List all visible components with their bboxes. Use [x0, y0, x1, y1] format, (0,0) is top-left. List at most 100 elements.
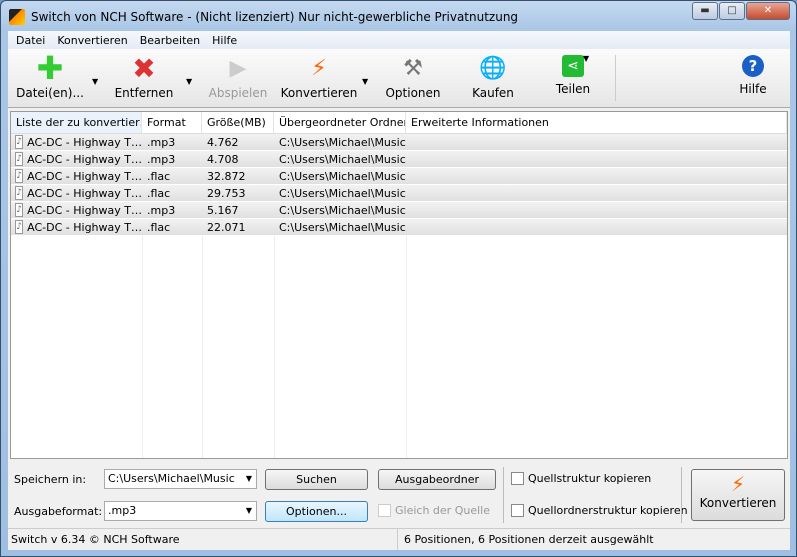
status-bar: Switch v 6.34 © NCH Software 6 Positione… [8, 528, 790, 550]
column-header-info[interactable]: Erweiterte Informationen [406, 112, 787, 133]
extended-info [406, 134, 787, 150]
file-size: 29.753 [207, 187, 246, 200]
file-size: 32.872 [207, 170, 246, 183]
share-dropdown-arrow[interactable]: ▼ [583, 54, 589, 63]
output-folder-button[interactable]: Ausgabeordner [378, 469, 496, 490]
file-format: .mp3 [147, 153, 176, 166]
file-format: .flac [147, 170, 171, 183]
file-format: .flac [147, 187, 171, 200]
column-header-folder[interactable]: Übergeordneter Ordner [274, 112, 406, 133]
file-name: ♪ AC-DC - Highway T… [15, 135, 142, 149]
help-icon: ? [742, 55, 764, 77]
save-in-label: Speichern in: [14, 473, 87, 486]
menu-datei[interactable]: Datei [10, 34, 51, 47]
file-size: 4.762 [207, 136, 239, 149]
share-button[interactable]: ⋖ Teilen [534, 55, 612, 96]
extended-info [406, 151, 787, 167]
file-name: ♪ AC-DC - Highway T… [15, 152, 142, 166]
file-name: ♪ AC-DC - Highway T… [15, 203, 142, 217]
chevron-down-icon: ▼ [245, 474, 252, 483]
parent-folder: C:\Users\Michael\Music [279, 136, 406, 149]
file-name: ♪ AC-DC - Highway T… [15, 186, 142, 200]
file-name: ♪ AC-DC - Highway T… [15, 169, 142, 183]
file-size: 22.071 [207, 221, 246, 234]
chevron-down-icon: ▼ [245, 506, 252, 515]
convert-lightning-icon: ⚡ [730, 472, 746, 496]
file-format: .mp3 [147, 204, 176, 217]
audio-file-icon: ♪ [15, 152, 24, 166]
toolbar-separator [615, 55, 616, 101]
options-button[interactable]: ⚒ Optionen [374, 55, 452, 101]
parent-folder: C:\Users\Michael\Music [279, 170, 406, 183]
remove-button[interactable]: ✖ Entfernen [105, 51, 183, 101]
column-header-size[interactable]: Größe(MB) [202, 112, 274, 133]
copy-folder-structure-checkbox[interactable]: Quellordnerstruktur kopieren [511, 504, 688, 517]
extended-info [406, 168, 787, 184]
minimize-button[interactable]: ▬ [692, 2, 718, 20]
copy-structure-checkbox[interactable]: Quellstruktur kopieren [511, 472, 651, 485]
buy-button[interactable]: 🌐 Kaufen [454, 55, 532, 101]
convert-button[interactable]: ⚡ Konvertieren [691, 469, 785, 521]
maximize-button[interactable]: □ [719, 2, 745, 20]
play-button[interactable]: ▶ Abspielen [199, 55, 277, 101]
audio-file-icon: ♪ [15, 203, 24, 217]
convert-toolbar-button[interactable]: ⚡ Konvertieren [280, 55, 358, 101]
parent-folder: C:\Users\Michael\Music [279, 187, 406, 200]
output-panel: Speichern in: C:\Users\Michael\Music ▼ Su… [8, 461, 790, 528]
extended-info [406, 202, 787, 218]
title-bar: Switch von NCH Software - (Nicht lizenzi… [9, 7, 518, 27]
format-options-button[interactable]: Optionen... [265, 501, 368, 522]
column-header-name[interactable]: Liste der zu konvertier… [11, 112, 142, 133]
table-row[interactable]: ♪ AC-DC - Highway T… .flac 32.872 C:\Users\M… [11, 168, 787, 185]
app-icon [9, 9, 25, 25]
parent-folder: C:\Users\Michael\Music [279, 204, 406, 217]
share-icon: ⋖ [562, 55, 584, 77]
save-in-combo[interactable]: C:\Users\Michael\Music ▼ [104, 469, 257, 489]
menu-hilfe[interactable]: Hilfe [206, 34, 243, 47]
output-format-select[interactable]: .mp3 ▼ [104, 501, 257, 521]
add-dropdown-arrow[interactable]: ▼ [92, 77, 98, 86]
extended-info [406, 219, 787, 235]
menu-bearbeiten[interactable]: Bearbeiten [134, 34, 206, 47]
table-row[interactable]: ♪ AC-DC - Highway T… .mp3 4.762 C:\Users\Mic… [11, 134, 787, 151]
remove-list-icon: ✖ [132, 51, 156, 85]
play-icon: ▶ [229, 55, 247, 81]
list-header: Liste der zu konvertier… Format Größe(MB… [11, 112, 787, 134]
plus-icon: ✚ [36, 49, 64, 87]
help-button[interactable]: ? Hilfe [714, 55, 792, 96]
parent-folder: C:\Users\Michael\Music [279, 153, 406, 166]
menu-konvertieren[interactable]: Konvertieren [51, 34, 133, 47]
close-button[interactable]: ✕ [746, 2, 790, 20]
tools-icon: ⚒ [403, 55, 423, 81]
toolbar: ✚ Datei(en)... ▼ ✖ Entfernen ▼ ▶ Abspielen … [8, 49, 790, 108]
file-list[interactable]: Liste der zu konvertier… Format Größe(MB… [10, 111, 788, 459]
audio-file-icon: ♪ [15, 220, 24, 234]
same-as-source-checkbox[interactable]: Gleich der Quelle [378, 504, 490, 517]
format-label: Ausgabeformat: [14, 505, 103, 518]
globe-cart-icon: 🌐 [479, 55, 507, 81]
table-row[interactable]: ♪ AC-DC - Highway T… .mp3 4.708 C:\Users\Mic… [11, 151, 787, 168]
search-button[interactable]: Suchen [265, 469, 368, 490]
column-header-format[interactable]: Format [142, 112, 202, 133]
version-text: Switch v 6.34 © NCH Software [11, 533, 180, 546]
file-format: .mp3 [147, 136, 176, 149]
convert-dropdown-arrow[interactable]: ▼ [362, 77, 368, 86]
parent-folder: C:\Users\Michael\Music [279, 221, 406, 234]
table-row[interactable]: ♪ AC-DC - Highway T… .flac 29.753 C:\Users\M… [11, 185, 787, 202]
window-title: Switch von NCH Software - (Nicht lizenzi… [31, 10, 519, 24]
file-size: 5.167 [207, 204, 239, 217]
audio-file-icon: ♪ [15, 135, 24, 149]
table-row[interactable]: ♪ AC-DC - Highway T… .mp3 5.167 C:\Users\Mic… [11, 202, 787, 219]
file-size: 4.708 [207, 153, 239, 166]
table-row[interactable]: ♪ AC-DC - Highway T… .flac 22.071 C:\Users\M… [11, 219, 787, 236]
audio-file-icon: ♪ [15, 169, 24, 183]
app-window: Switch von NCH Software - (Nicht lizenzi… [0, 0, 797, 557]
add-files-button[interactable]: ✚ Datei(en)... [11, 49, 89, 100]
selection-status: 6 Positionen, 6 Positionen derzeit ausge… [397, 529, 654, 550]
remove-dropdown-arrow[interactable]: ▼ [186, 77, 192, 86]
convert-lightning-icon: ⚡ [311, 55, 327, 81]
file-name: ♪ AC-DC - Highway T… [15, 220, 142, 234]
menu-bar: Datei Konvertieren Bearbeiten Hilfe [8, 31, 790, 49]
extended-info [406, 185, 787, 201]
audio-file-icon: ♪ [15, 186, 24, 200]
